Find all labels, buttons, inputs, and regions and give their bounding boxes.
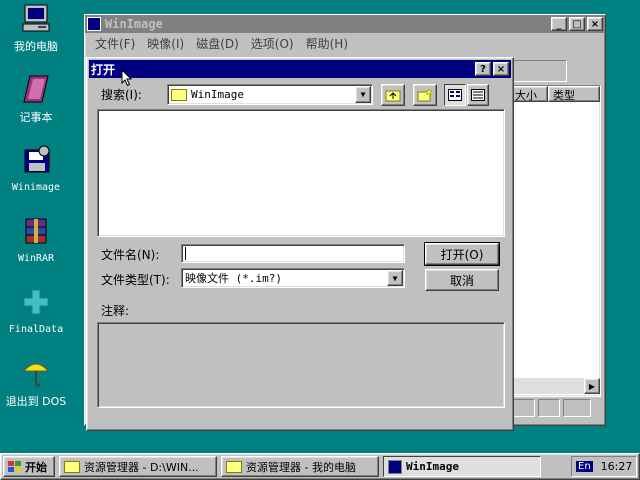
filename-label: 文件名(N): [101, 248, 160, 262]
column-header-type[interactable]: 类型 [548, 86, 600, 102]
filetype-label: 文件类型(T): [101, 273, 170, 287]
system-tray: En 16:27 [571, 456, 637, 477]
maximize-button[interactable]: □ [569, 17, 585, 31]
desktop-icon-winrar[interactable]: WinRAR [0, 215, 72, 264]
menu-file[interactable]: 文件(F) [89, 35, 141, 52]
desktop-icon-exit-dos[interactable]: 退出到 DOS [0, 357, 72, 409]
folder-up-icon [385, 90, 401, 102]
filetype-value: 映像文件 (*.im?) [185, 272, 282, 285]
dialog-close-button[interactable]: × [493, 62, 509, 76]
search-location-combo[interactable]: WinImage ▼ [167, 84, 373, 105]
desktop-icon-label: 我的电脑 [14, 40, 58, 53]
search-location-value: WinImage [191, 88, 244, 101]
desktop-icon-label: WinRAR [17, 253, 55, 264]
winimage-statusbar [511, 399, 601, 419]
winimage-file-list[interactable]: 大小 类型 ▶ [511, 85, 601, 397]
notepad-icon [20, 73, 52, 105]
task-label: 资源管理器 - D:\WIN... [84, 460, 199, 474]
new-folder-button[interactable] [413, 84, 437, 106]
folder-icon [171, 88, 187, 101]
desktop-icon-label: Winimage [11, 182, 61, 193]
help-button[interactable]: ? [475, 62, 491, 76]
task-label: WinImage [406, 460, 459, 473]
up-one-level-button[interactable] [381, 84, 405, 106]
mouse-cursor-icon [121, 69, 133, 87]
winimage-menubar: 文件(F) 映像(I) 磁盘(D) 选项(O) 帮助(H) [85, 33, 605, 53]
dialog-title: 打开 [91, 62, 116, 77]
folder-icon [226, 460, 242, 473]
menu-disk[interactable]: 磁盘(D) [190, 35, 245, 52]
status-pane [511, 399, 535, 417]
my-computer-icon [20, 2, 52, 34]
file-list-area[interactable] [97, 109, 505, 237]
desktop-icon-winimage[interactable]: Winimage [0, 144, 72, 193]
desktop-icon-label: 记事本 [19, 111, 53, 124]
status-pane [538, 399, 560, 417]
winimage-app-icon [388, 459, 402, 474]
horizontal-scrollbar[interactable]: ▶ [512, 378, 600, 394]
finaldata-icon [20, 286, 52, 318]
winimage-icon [20, 144, 52, 176]
start-button[interactable]: 开始 [3, 456, 55, 477]
windows-logo-icon [8, 460, 21, 472]
clock[interactable]: 16:27 [601, 460, 633, 473]
new-folder-icon [417, 88, 433, 102]
desktop-icon-my-computer[interactable]: 我的电脑 [0, 2, 72, 54]
language-indicator[interactable]: En [576, 461, 593, 472]
winimage-app-icon [87, 17, 101, 31]
desktop-icon-finaldata[interactable]: FinalData [0, 286, 72, 335]
desktop-icon-notepad[interactable]: 记事本 [0, 73, 72, 125]
winimage-toolbar-field [513, 60, 567, 82]
task-explorer-my-computer[interactable]: 资源管理器 - 我的电脑 [221, 456, 379, 477]
cancel-button[interactable]: 取消 [425, 269, 499, 291]
desktop-icon-label: FinalData [8, 324, 64, 335]
start-label: 开始 [25, 460, 47, 474]
text-cursor [185, 247, 186, 260]
winrar-icon [20, 215, 52, 247]
open-button[interactable]: 打开(O) [424, 242, 500, 266]
winimage-window-title: WinImage [105, 17, 163, 31]
winimage-titlebar[interactable]: WinImage _ □ × [85, 15, 605, 33]
dialog-titlebar[interactable]: 打开 ? × [89, 60, 511, 78]
menu-help[interactable]: 帮助(H) [300, 35, 354, 52]
taskbar: 开始 资源管理器 - D:\WIN... 资源管理器 - 我的电脑 WinIma… [0, 453, 640, 480]
list-view-button[interactable] [444, 84, 466, 106]
details-view-icon [471, 89, 485, 101]
comment-area [97, 322, 505, 408]
open-dialog: 打开 ? × 搜索(I): WinImage ▼ 文件名(N): 文件类型(T)… [86, 57, 514, 431]
chevron-down-icon[interactable]: ▼ [387, 270, 403, 286]
list-header: 大小 类型 [512, 86, 600, 102]
task-explorer-d[interactable]: 资源管理器 - D:\WIN... [59, 456, 217, 477]
desktop-icon-label: 退出到 DOS [5, 395, 67, 408]
search-label: 搜索(I): [101, 88, 142, 102]
menu-options[interactable]: 选项(O) [245, 35, 300, 52]
details-view-button[interactable] [467, 84, 489, 106]
list-view-icon [448, 89, 462, 101]
comment-label: 注释: [101, 304, 130, 318]
filename-input[interactable] [181, 244, 405, 263]
close-button[interactable]: × [587, 17, 603, 31]
folder-icon [64, 460, 80, 473]
task-label: 资源管理器 - 我的电脑 [246, 460, 356, 474]
column-header-size[interactable]: 大小 [512, 86, 548, 102]
scroll-right-button[interactable]: ▶ [584, 378, 600, 394]
menu-image[interactable]: 映像(I) [141, 35, 190, 52]
status-pane [563, 399, 591, 417]
filetype-combo[interactable]: 映像文件 (*.im?) ▼ [181, 268, 405, 288]
chevron-down-icon[interactable]: ▼ [355, 86, 371, 103]
exit-dos-icon [20, 357, 52, 389]
minimize-button[interactable]: _ [551, 17, 567, 31]
task-winimage[interactable]: WinImage [383, 456, 541, 477]
